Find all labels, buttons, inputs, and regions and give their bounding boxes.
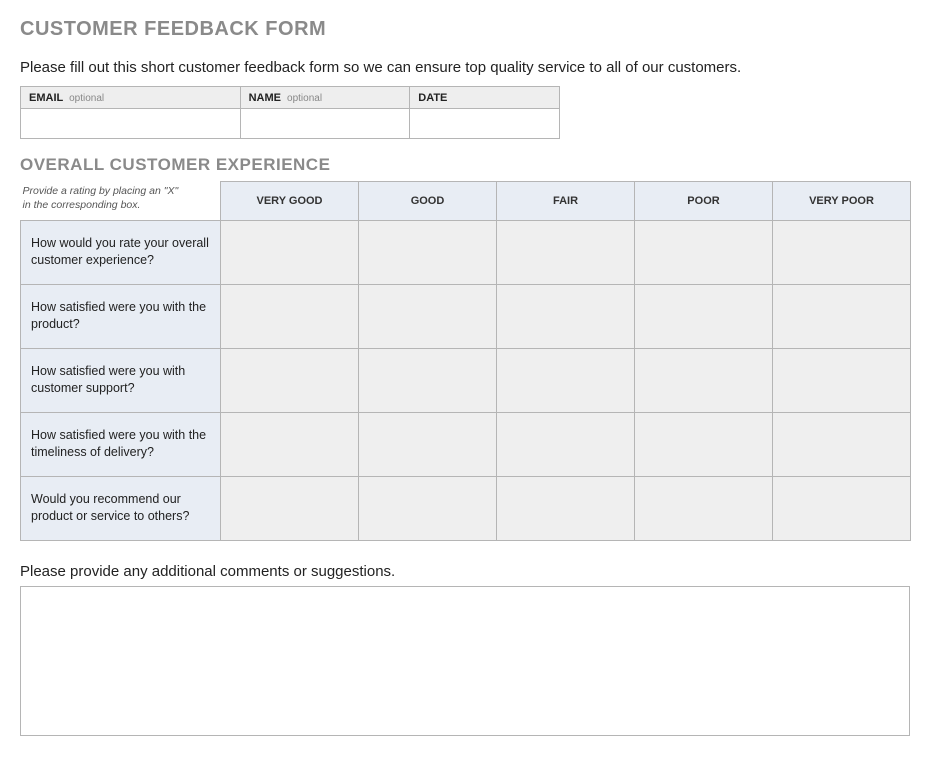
label-email-optional: optional bbox=[69, 93, 104, 104]
rating-cell[interactable] bbox=[773, 435, 910, 453]
comments-label: Please provide any additional comments o… bbox=[20, 563, 905, 580]
email-field[interactable] bbox=[27, 111, 234, 136]
rating-cell[interactable] bbox=[497, 243, 634, 261]
info-table: EMAIL optional NAME optional DATE bbox=[20, 86, 560, 139]
table-row: How would you rate your overall customer… bbox=[21, 220, 911, 284]
rating-header-very-good: VERY GOOD bbox=[221, 182, 359, 221]
rating-cell[interactable] bbox=[635, 243, 772, 261]
rating-cell[interactable] bbox=[773, 307, 910, 325]
rating-cell[interactable] bbox=[497, 435, 634, 453]
section-title: OVERALL CUSTOMER EXPERIENCE bbox=[20, 155, 905, 175]
question-text: Would you recommend our product or servi… bbox=[21, 476, 221, 540]
table-row: How satisfied were you with the timeline… bbox=[21, 412, 911, 476]
rating-cell[interactable] bbox=[635, 307, 772, 325]
label-name-optional: optional bbox=[287, 93, 322, 104]
question-text: How satisfied were you with the timeline… bbox=[21, 412, 221, 476]
rating-cell[interactable] bbox=[773, 371, 910, 389]
rating-cell[interactable] bbox=[221, 499, 358, 517]
rating-cell[interactable] bbox=[221, 307, 358, 325]
comments-textarea[interactable] bbox=[20, 586, 910, 736]
rating-cell[interactable] bbox=[497, 371, 634, 389]
instruction-line1: Provide a rating by placing an "X" bbox=[23, 185, 179, 197]
rating-cell[interactable] bbox=[359, 307, 496, 325]
instruction-line2: in the corresponding box. bbox=[23, 199, 141, 211]
rating-cell[interactable] bbox=[773, 243, 910, 261]
rating-cell[interactable] bbox=[635, 371, 772, 389]
name-field[interactable] bbox=[247, 111, 404, 136]
rating-cell[interactable] bbox=[635, 499, 772, 517]
rating-header-good: GOOD bbox=[359, 182, 497, 221]
rating-cell[interactable] bbox=[497, 307, 634, 325]
question-text: How would you rate your overall customer… bbox=[21, 220, 221, 284]
rating-cell[interactable] bbox=[221, 435, 358, 453]
question-text: How satisfied were you with the product? bbox=[21, 284, 221, 348]
question-text: How satisfied were you with customer sup… bbox=[21, 348, 221, 412]
rating-cell[interactable] bbox=[359, 435, 496, 453]
label-name: NAME bbox=[249, 92, 281, 104]
date-field[interactable] bbox=[416, 111, 553, 136]
label-date: DATE bbox=[418, 92, 447, 104]
table-row: How satisfied were you with the product? bbox=[21, 284, 911, 348]
rating-cell[interactable] bbox=[497, 499, 634, 517]
rating-cell[interactable] bbox=[359, 243, 496, 261]
rating-cell[interactable] bbox=[221, 243, 358, 261]
table-row: Would you recommend our product or servi… bbox=[21, 476, 911, 540]
info-header-date: DATE bbox=[410, 87, 560, 109]
rating-cell[interactable] bbox=[359, 499, 496, 517]
intro-text: Please fill out this short customer feed… bbox=[20, 59, 905, 76]
table-row: How satisfied were you with customer sup… bbox=[21, 348, 911, 412]
rating-header-poor: POOR bbox=[635, 182, 773, 221]
rating-cell[interactable] bbox=[359, 371, 496, 389]
page-title: CUSTOMER FEEDBACK FORM bbox=[20, 18, 905, 41]
rating-cell[interactable] bbox=[635, 435, 772, 453]
label-email: EMAIL bbox=[29, 92, 63, 104]
info-header-name: NAME optional bbox=[240, 87, 410, 109]
rating-instruction: Provide a rating by placing an "X" in th… bbox=[21, 182, 221, 221]
rating-header-very-poor: VERY POOR bbox=[773, 182, 911, 221]
rating-header-fair: FAIR bbox=[497, 182, 635, 221]
rating-cell[interactable] bbox=[773, 499, 910, 517]
rating-table: Provide a rating by placing an "X" in th… bbox=[20, 181, 911, 541]
info-header-email: EMAIL optional bbox=[21, 87, 241, 109]
rating-cell[interactable] bbox=[221, 371, 358, 389]
